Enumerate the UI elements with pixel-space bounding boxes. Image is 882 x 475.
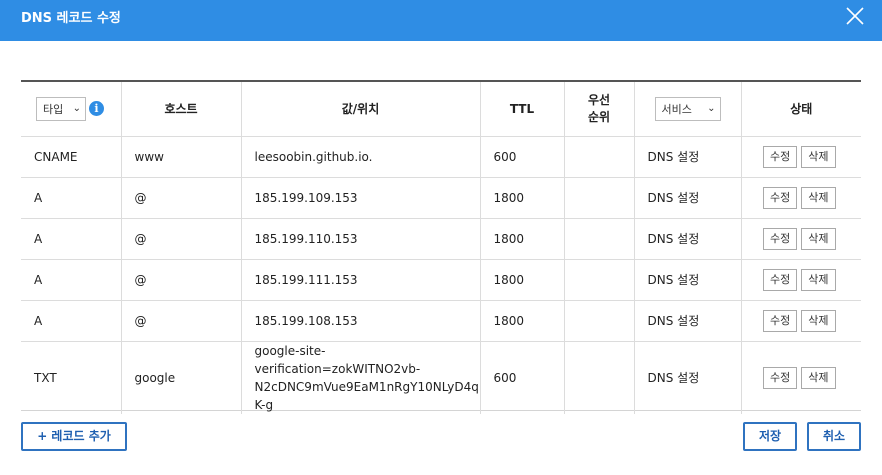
record-value: 185.199.109.153 <box>241 177 481 219</box>
record-service: DNS 설정 <box>634 259 742 301</box>
record-type: TXT <box>21 341 122 414</box>
record-value-line: K-g <box>254 397 274 412</box>
table-row: A @ 185.199.108.153 1800 DNS 설정 수정 삭제 <box>21 300 861 342</box>
priority-label-line2: 순위 <box>587 109 611 124</box>
delete-button[interactable]: 삭제 <box>801 186 836 209</box>
dns-record-table: 타입 ⌄ i 호스트 값/위치 TTL 우선 순위 서비스 ⌄ 상태 CNAME… <box>21 80 861 414</box>
delete-button[interactable]: 삭제 <box>801 366 836 389</box>
record-actions: 수정 삭제 <box>741 341 861 414</box>
close-icon[interactable] <box>845 6 865 26</box>
priority-label-line1: 우선 <box>587 92 611 107</box>
record-type: CNAME <box>21 136 122 178</box>
record-priority <box>564 177 635 219</box>
record-ttl: 600 <box>480 136 565 178</box>
record-service: DNS 설정 <box>634 218 742 260</box>
type-filter-value: 타입 <box>43 102 64 116</box>
delete-button[interactable]: 삭제 <box>801 309 836 332</box>
cancel-button[interactable]: 취소 <box>807 422 861 451</box>
record-priority <box>564 136 635 178</box>
record-ttl: 1800 <box>480 177 565 219</box>
record-value: google-site-verification=zokWITNO2vb- N2… <box>241 341 481 414</box>
record-host: @ <box>121 177 242 219</box>
record-actions: 수정 삭제 <box>741 259 861 301</box>
edit-button[interactable]: 수정 <box>763 145 798 168</box>
record-priority <box>564 259 635 301</box>
delete-button[interactable]: 삭제 <box>801 145 836 168</box>
table-row: A @ 185.199.111.153 1800 DNS 설정 수정 삭제 <box>21 259 861 301</box>
edit-button[interactable]: 수정 <box>763 268 798 291</box>
record-host: @ <box>121 300 242 342</box>
chevron-down-icon: ⌄ <box>707 103 716 115</box>
record-type: A <box>21 218 122 260</box>
edit-button[interactable]: 수정 <box>763 366 798 389</box>
table-row: CNAME www leesoobin.github.io. 600 DNS 설… <box>21 136 861 178</box>
record-host: www <box>121 136 242 178</box>
add-record-button[interactable]: + 레코드 추가 <box>21 422 127 451</box>
edit-button[interactable]: 수정 <box>763 309 798 332</box>
delete-button[interactable]: 삭제 <box>801 268 836 291</box>
record-actions: 수정 삭제 <box>741 218 861 260</box>
record-priority <box>564 341 635 414</box>
chevron-down-icon: ⌄ <box>72 103 81 115</box>
record-value-line: N2cDNC9mVue9EaM1nRgY10NLyD4q <box>254 379 479 394</box>
record-ttl: 600 <box>480 341 565 414</box>
record-ttl: 1800 <box>480 218 565 260</box>
record-actions: 수정 삭제 <box>741 177 861 219</box>
record-host: google <box>121 341 242 414</box>
record-type: A <box>21 177 122 219</box>
record-priority <box>564 218 635 260</box>
type-filter-select[interactable]: 타입 ⌄ <box>36 96 86 121</box>
save-button[interactable]: 저장 <box>743 422 797 451</box>
record-service: DNS 설정 <box>634 136 742 178</box>
edit-button[interactable]: 수정 <box>763 186 798 209</box>
column-header-host: 호스트 <box>121 82 242 137</box>
dialog-title: DNS 레코드 수정 <box>21 11 121 26</box>
record-ttl: 1800 <box>480 300 565 342</box>
record-service: DNS 설정 <box>634 177 742 219</box>
column-header-ttl: TTL <box>480 82 565 137</box>
record-actions: 수정 삭제 <box>741 300 861 342</box>
delete-button[interactable]: 삭제 <box>801 227 836 250</box>
record-value: 185.199.111.153 <box>241 259 481 301</box>
record-actions: 수정 삭제 <box>741 136 861 178</box>
record-host: @ <box>121 218 242 260</box>
record-type: A <box>21 259 122 301</box>
column-header-value: 값/위치 <box>241 82 481 137</box>
service-filter-value: 서비스 <box>661 102 692 116</box>
service-filter-select[interactable]: 서비스 ⌄ <box>654 96 721 121</box>
column-header-priority: 우선 순위 <box>564 82 635 137</box>
record-value-line: google-site-verification=zokWITNO2vb- <box>254 343 421 376</box>
record-value: 185.199.110.153 <box>241 218 481 260</box>
record-value: leesoobin.github.io. <box>241 136 481 178</box>
record-host: @ <box>121 259 242 301</box>
table-row: TXT google google-site-verification=zokW… <box>21 341 861 414</box>
info-icon[interactable]: i <box>89 101 104 117</box>
dialog-header: DNS 레코드 수정 <box>0 0 882 41</box>
record-priority <box>564 300 635 342</box>
record-value: 185.199.108.153 <box>241 300 481 342</box>
record-service: DNS 설정 <box>634 300 742 342</box>
record-type: A <box>21 300 122 342</box>
record-ttl: 1800 <box>480 259 565 301</box>
table-header-row: 타입 ⌄ i 호스트 값/위치 TTL 우선 순위 서비스 ⌄ 상태 <box>21 82 861 137</box>
table-row: A @ 185.199.109.153 1800 DNS 설정 수정 삭제 <box>21 177 861 219</box>
edit-button[interactable]: 수정 <box>763 227 798 250</box>
column-header-status: 상태 <box>741 82 861 137</box>
table-row: A @ 185.199.110.153 1800 DNS 설정 수정 삭제 <box>21 218 861 260</box>
record-service: DNS 설정 <box>634 341 742 414</box>
